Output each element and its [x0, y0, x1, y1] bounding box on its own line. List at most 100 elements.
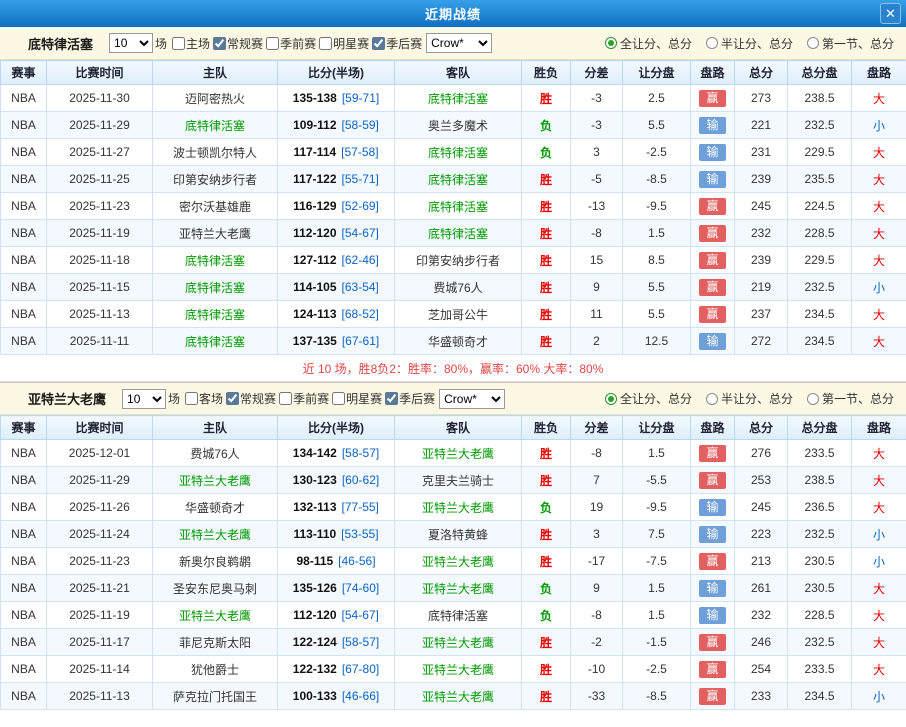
radio-input[interactable]: [706, 393, 718, 405]
handicap-result-badge: 输: [699, 171, 726, 188]
filter-checkbox-3[interactable]: 季前赛: [276, 390, 329, 407]
team-section: 底特律活塞10场主场常规赛季前赛明星赛季后赛Crow*全让分、总分半让分、总分第…: [0, 27, 906, 382]
checkbox-input[interactable]: [172, 37, 185, 50]
filter-radio-2[interactable]: 半让分、总分: [706, 35, 793, 52]
handicap-result-badge: 输: [699, 117, 726, 134]
score-cell: 114-105[63-54]: [278, 274, 395, 301]
radio-input[interactable]: [605, 37, 617, 49]
column-header: 比分(半场): [278, 416, 395, 440]
away-team-cell: 底特律活塞: [395, 139, 522, 166]
filter-radio-1[interactable]: 全让分、总分: [605, 35, 692, 52]
filter-radio-1[interactable]: 全让分、总分: [605, 390, 692, 407]
away-team-cell: 亚特兰大老鹰: [395, 683, 522, 710]
total-line-cell: 232.5: [788, 274, 852, 301]
total-line-cell: 230.5: [788, 575, 852, 602]
checkbox-input[interactable]: [372, 37, 385, 50]
radio-input[interactable]: [807, 393, 819, 405]
handicap-result-badge: 输: [699, 333, 726, 350]
sections-container: 底特律活塞10场主场常规赛季前赛明星赛季后赛Crow*全让分、总分半让分、总分第…: [0, 27, 906, 710]
total-line-cell: 236.5: [788, 494, 852, 521]
games-count-select[interactable]: 10: [109, 33, 153, 53]
handicap-line-cell: 8.5: [623, 247, 691, 274]
team-name: 亚特兰大老鹰: [28, 389, 106, 408]
checkbox-input[interactable]: [266, 37, 279, 50]
home-team-cell: 迈阿密热火: [153, 85, 278, 112]
point-diff-cell: -13: [571, 193, 623, 220]
handicap-line-cell: -2.5: [623, 139, 691, 166]
filter-checkbox-3[interactable]: 季前赛: [263, 35, 316, 52]
total-points-cell: 237: [735, 301, 788, 328]
filter-checkbox-2[interactable]: 常规赛: [210, 35, 263, 52]
league-cell: NBA: [1, 683, 47, 710]
league-cell: NBA: [1, 548, 47, 575]
date-cell: 2025-11-17: [47, 629, 153, 656]
home-team-cell: 圣安东尼奥马刺: [153, 575, 278, 602]
radio-input[interactable]: [807, 37, 819, 49]
filter-checkbox-5[interactable]: 季后赛: [369, 35, 422, 52]
away-team-cell: 亚特兰大老鹰: [395, 575, 522, 602]
game-row: NBA2025-12-01费城76人134-142[58-57]亚特兰大老鹰胜-…: [1, 440, 906, 467]
total-line-cell: 238.5: [788, 467, 852, 494]
checkbox-input[interactable]: [185, 392, 198, 405]
point-diff-cell: 15: [571, 247, 623, 274]
over-under-cell: 大: [852, 575, 906, 602]
halftime-score: [53-55]: [341, 527, 378, 541]
filter-radio-3[interactable]: 第一节、总分: [807, 35, 894, 52]
league-cell: NBA: [1, 494, 47, 521]
filter-checkbox-5[interactable]: 季后赛: [382, 390, 435, 407]
filter-checkbox-1[interactable]: 主场: [169, 35, 210, 52]
league-cell: NBA: [1, 220, 47, 247]
over-under-cell: 大: [852, 467, 906, 494]
checkbox-label: 季前赛: [280, 35, 316, 52]
handicap-result-badge: 赢: [699, 472, 726, 489]
handicap-line-cell: -2.5: [623, 656, 691, 683]
filter-radio-3[interactable]: 第一节、总分: [807, 390, 894, 407]
point-diff-cell: -33: [571, 683, 623, 710]
home-team-cell: 底特律活塞: [153, 274, 278, 301]
radio-label: 第一节、总分: [822, 35, 894, 52]
filter-radio-2[interactable]: 半让分、总分: [706, 390, 793, 407]
games-count-select[interactable]: 10: [122, 389, 166, 409]
checkbox-input[interactable]: [213, 37, 226, 50]
handicap-result-badge: 输: [699, 144, 726, 161]
odds-mode-select[interactable]: Crow*: [439, 389, 505, 409]
final-score: 117-114: [293, 145, 336, 159]
game-row: NBA2025-11-27波士顿凯尔特人117-114[57-58]底特律活塞负…: [1, 139, 906, 166]
handicap-result-cell: 赢: [691, 440, 735, 467]
league-cell: NBA: [1, 139, 47, 166]
win-loss-cell: 胜: [522, 274, 571, 301]
checkbox-input[interactable]: [385, 392, 398, 405]
odds-mode-select[interactable]: Crow*: [426, 33, 492, 53]
radio-input[interactable]: [605, 393, 617, 405]
filter-checkbox-4[interactable]: 明星赛: [329, 390, 382, 407]
filter-checkbox-4[interactable]: 明星赛: [316, 35, 369, 52]
win-loss-cell: 负: [522, 139, 571, 166]
game-row: NBA2025-11-19亚特兰大老鹰112-120[54-67]底特律活塞胜-…: [1, 220, 906, 247]
score-cell: 112-120[54-67]: [278, 602, 395, 629]
filter-checkbox-2[interactable]: 常规赛: [223, 390, 276, 407]
halftime-score: [58-59]: [342, 118, 379, 132]
handicap-result-cell: 输: [691, 112, 735, 139]
date-cell: 2025-11-15: [47, 274, 153, 301]
halftime-score: [67-80]: [342, 662, 379, 676]
handicap-line-cell: -9.5: [623, 494, 691, 521]
handicap-result-cell: 输: [691, 328, 735, 355]
radio-label: 全让分、总分: [620, 390, 692, 407]
game-row: NBA2025-11-29底特律活塞109-112[58-59]奥兰多魔术负-3…: [1, 112, 906, 139]
checkbox-input[interactable]: [226, 392, 239, 405]
checkbox-input[interactable]: [319, 37, 332, 50]
game-row: NBA2025-11-23新奥尔良鹈鹕98-115[46-56]亚特兰大老鹰胜-…: [1, 548, 906, 575]
column-header: 分差: [571, 416, 623, 440]
radio-input[interactable]: [706, 37, 718, 49]
game-row: NBA2025-11-19亚特兰大老鹰112-120[54-67]底特律活塞负-…: [1, 602, 906, 629]
filter-checkbox-1[interactable]: 客场: [182, 390, 223, 407]
game-row: NBA2025-11-23密尔沃基雄鹿116-129[52-69]底特律活塞胜-…: [1, 193, 906, 220]
column-header: 盘路: [852, 416, 906, 440]
close-icon[interactable]: ✕: [880, 3, 901, 24]
date-cell: 2025-11-21: [47, 575, 153, 602]
checkbox-input[interactable]: [332, 392, 345, 405]
league-cell: NBA: [1, 274, 47, 301]
total-points-cell: 245: [735, 193, 788, 220]
handicap-result-cell: 赢: [691, 683, 735, 710]
checkbox-input[interactable]: [279, 392, 292, 405]
